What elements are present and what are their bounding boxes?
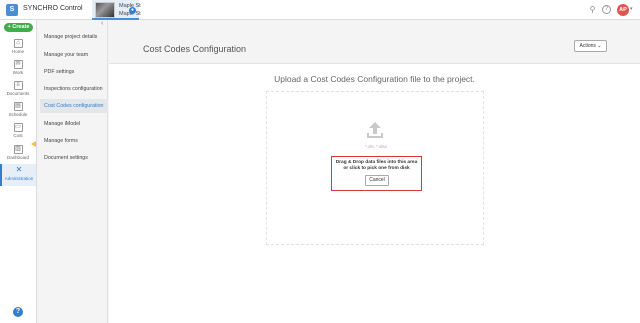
menu-item-document-settings[interactable]: Document settings xyxy=(40,151,108,165)
cancel-button[interactable]: Cancel xyxy=(365,175,389,186)
upload-panel: Upload a Cost Codes Configuration file t… xyxy=(109,63,640,323)
upload-icon xyxy=(367,122,383,138)
rail-item-label: Cost xyxy=(13,133,23,138)
rail-item-label: Documents xyxy=(6,91,30,96)
collapse-menu-icon[interactable]: ‹ xyxy=(101,20,103,27)
file-dropzone[interactable]: *.xls, *.xlsx Drag & Drop data files int… xyxy=(266,91,484,245)
drop-instructions: Drag & Drop data files into this area or… xyxy=(332,160,421,172)
create-button[interactable]: + Create xyxy=(4,23,33,32)
upload-heading: Upload a Cost Codes Configuration file t… xyxy=(274,74,475,84)
help-circle-icon[interactable]: ? xyxy=(602,5,611,14)
menu-item-manage-forms[interactable]: Manage forms xyxy=(40,134,108,148)
dashboard-icon: ▥ xyxy=(13,145,23,154)
rail-item-administration[interactable]: ✕ Administration xyxy=(0,164,36,186)
synchro-logo-icon[interactable]: S xyxy=(6,4,18,16)
rail-item-documents[interactable]: ≡ Documents xyxy=(0,79,36,100)
project-thumbnail[interactable] xyxy=(95,2,115,18)
top-bar: S SYNCHRO Control Maple St Maple St ● ⚲ … xyxy=(0,0,640,20)
rail-item-work[interactable]: ✉ Work xyxy=(0,58,36,79)
menu-item-cost-codes-configuration[interactable]: Cost Codes configuration xyxy=(40,99,108,113)
left-rail: + Create ⌂ Home ✉ Work ≡ Documents ▤ Sch… xyxy=(0,20,37,323)
actions-button[interactable]: Actions ⌄ xyxy=(574,40,607,52)
menu-item-manage-your-team[interactable]: Manage your team xyxy=(40,48,108,62)
chevron-down-icon[interactable]: ▾ xyxy=(630,6,633,12)
drop-instructions-line2: or click to pick one from disk xyxy=(343,166,410,171)
tools-icon: ✕ xyxy=(15,165,23,174)
rail-item-label: Home xyxy=(11,49,24,54)
settings-menu: Manage project details Manage your team … xyxy=(37,20,108,323)
cost-icon: ▭ xyxy=(13,123,23,132)
main-panel: Cost Codes Configuration Actions ⌄ Uploa… xyxy=(109,20,640,323)
home-icon: ⌂ xyxy=(13,39,23,48)
help-button[interactable]: ? xyxy=(13,307,23,317)
menu-item-inspections-configuration[interactable]: Inspections configuration xyxy=(40,82,108,96)
rail-item-label: Dashboard xyxy=(6,155,29,160)
user-avatar[interactable]: AP xyxy=(617,4,629,16)
rail-item-label: Schedule xyxy=(8,112,28,117)
menu-item-pdf-settings[interactable]: PDF settings xyxy=(40,65,108,79)
rail-item-schedule[interactable]: ▤ Schedule xyxy=(0,100,36,121)
inbox-icon: ✉ xyxy=(13,60,23,69)
drop-instructions-box[interactable]: Drag & Drop data files into this area or… xyxy=(331,156,422,191)
rail-item-label: Administration xyxy=(4,176,34,181)
rail-item-dashboard[interactable]: ▥ Dashboard xyxy=(0,143,36,164)
page-title: Cost Codes Configuration xyxy=(143,44,247,54)
schedule-icon: ▤ xyxy=(13,102,23,111)
menu-item-manage-imodel[interactable]: Manage iModel xyxy=(40,117,108,131)
accepted-file-types: *.xls, *.xlsx xyxy=(365,144,387,149)
documents-icon: ≡ xyxy=(13,81,23,90)
rail-item-cost[interactable]: ▭ Cost xyxy=(0,121,36,142)
project-info-icon[interactable]: ● xyxy=(129,7,136,14)
rail-item-label: Work xyxy=(12,70,24,75)
rail-item-home[interactable]: ⌂ Home xyxy=(0,37,36,58)
app-title: SYNCHRO Control xyxy=(23,5,83,12)
location-pin-icon[interactable]: ⚲ xyxy=(588,5,597,14)
menu-item-manage-project-details[interactable]: Manage project details xyxy=(40,30,108,44)
